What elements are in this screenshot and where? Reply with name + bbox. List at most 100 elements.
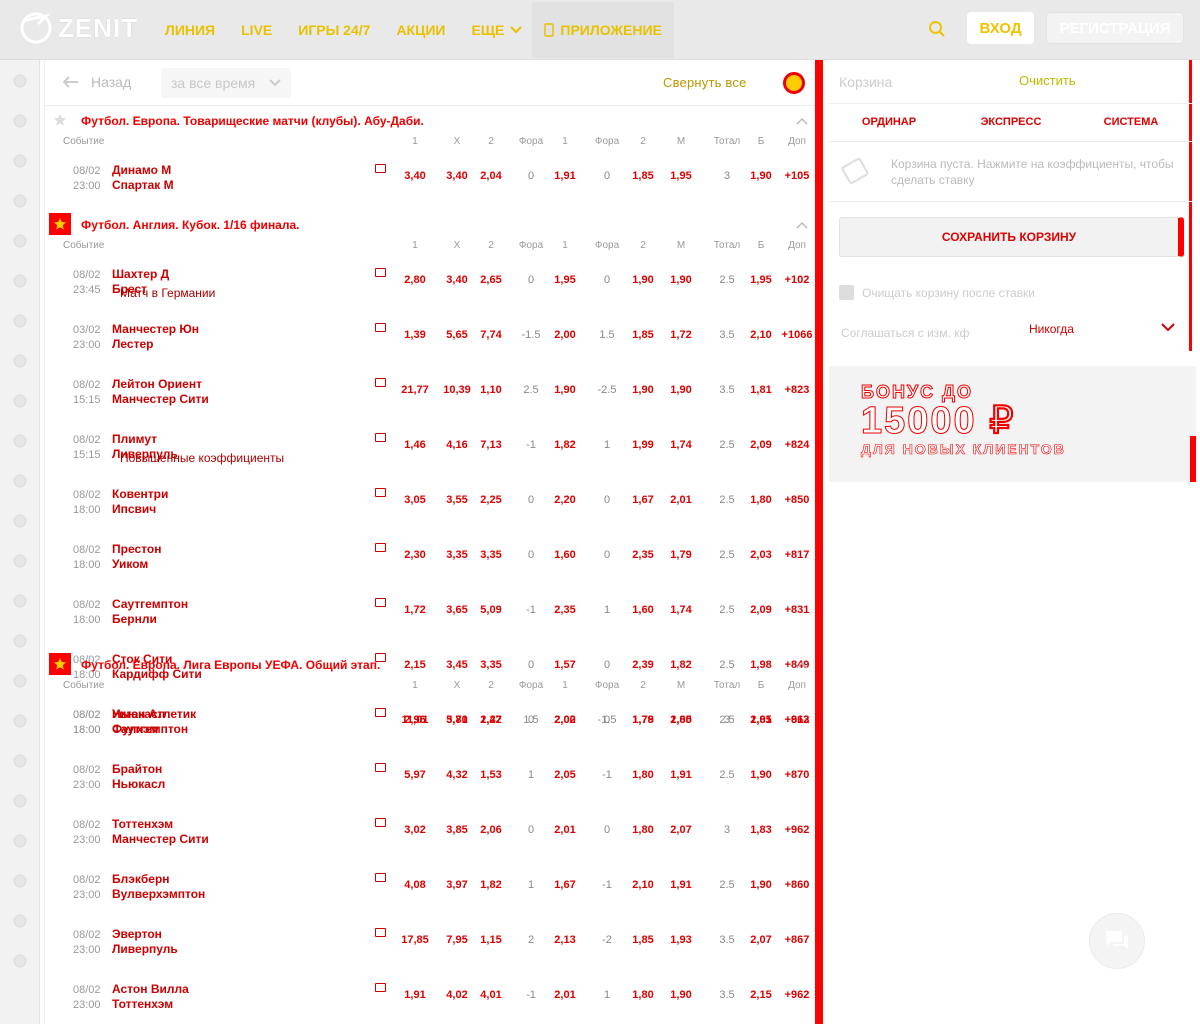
stats-icon[interactable] — [375, 598, 386, 607]
odds-cell[interactable]: 2,35 — [554, 604, 575, 616]
event-teams[interactable]: Ньюкасл Саутгемптон — [112, 707, 188, 737]
odds-cell[interactable]: 1,53 — [480, 769, 501, 781]
nav-games[interactable]: ИГРЫ 24/7 — [298, 22, 370, 38]
calendar-icon[interactable] — [11, 112, 29, 130]
feather-icon[interactable] — [11, 672, 29, 690]
odds-cell[interactable]: 2,01 — [670, 494, 691, 506]
odds-cell[interactable]: 1,15 — [480, 934, 501, 946]
gamepad-icon[interactable] — [11, 512, 29, 530]
odds-cell[interactable]: 7,13 — [480, 439, 501, 451]
odds-cell[interactable]: 2,05 — [554, 769, 575, 781]
feather-icon[interactable] — [11, 752, 29, 770]
odds-cell[interactable]: 1,80 — [632, 989, 653, 1001]
odds-cell[interactable]: 2.5 — [719, 879, 734, 891]
odds-cell[interactable]: 1,82 — [480, 879, 501, 891]
event-row[interactable]: 08/02 18:00 Ньюкасл Саутгемптон 2,96 3,80 2,42… — [45, 696, 818, 751]
odds-cell[interactable]: 0 — [604, 549, 610, 561]
odds-cell[interactable]: 1,79 — [670, 549, 691, 561]
favorite-star-icon[interactable] — [49, 109, 71, 131]
event-row[interactable]: 08/02 18:00 Престон Уиком 2,30 3,35 3,35 0 1,60 0… — [45, 531, 818, 586]
odds-cell[interactable]: -1 — [526, 604, 536, 616]
odds-cell[interactable]: -1 — [602, 769, 612, 781]
odds-cell[interactable]: 1,81 — [750, 384, 771, 396]
odds-cell[interactable]: 1,90 — [750, 170, 771, 182]
ball-icon[interactable] — [11, 352, 29, 370]
stats-icon[interactable] — [375, 323, 386, 332]
odds-cell[interactable]: -1 — [526, 439, 536, 451]
event-teams[interactable]: Тоттенхэм Манчестер Сити — [112, 817, 209, 847]
more-markets-link[interactable]: +817 — [785, 549, 810, 561]
event-teams[interactable]: Динамо М Спартак М — [112, 163, 174, 193]
odds-cell[interactable]: 1,93 — [670, 934, 691, 946]
odds-cell[interactable]: 3,40 — [404, 170, 425, 182]
odds-cell[interactable]: 3.5 — [719, 989, 734, 1001]
event-teams[interactable]: Престон Уиком — [112, 542, 161, 572]
odds-cell[interactable]: 0 — [528, 824, 534, 836]
back-button[interactable]: Назад — [63, 74, 131, 90]
soccer-icon[interactable] — [11, 272, 29, 290]
more-markets-link[interactable]: +823 — [785, 384, 810, 396]
odds-cell[interactable]: 0 — [604, 714, 610, 726]
odds-cell[interactable]: 0 — [528, 714, 534, 726]
star-icon[interactable] — [11, 192, 29, 210]
event-row[interactable]: 08/02 18:00 Саутгемптон Бернли 1,72 3,65 5,09 -… — [45, 586, 818, 641]
odds-cell[interactable]: 3.5 — [719, 934, 734, 946]
odds-cell[interactable]: 2,35 — [632, 549, 653, 561]
event-row[interactable]: 08/02 18:00 Ковентри Ипсвич 3,05 3,55 2,25 0 2,2… — [45, 476, 818, 531]
ball-icon[interactable] — [11, 392, 29, 410]
tournament-header[interactable]: Футбол. Англия. Кубок. 1/16 финала. — [45, 210, 818, 240]
odds-cell[interactable]: 1,90 — [670, 274, 691, 286]
nav-line[interactable]: ЛИНИЯ — [165, 22, 215, 38]
odds-cell[interactable]: 3,05 — [404, 494, 425, 506]
odds-cell[interactable]: 2.5 — [719, 274, 734, 286]
stats-icon[interactable] — [375, 708, 386, 717]
odds-cell[interactable]: 1,80 — [632, 824, 653, 836]
sport-icon[interactable] — [11, 872, 29, 890]
event-row[interactable]: 08/02 15:15 Плимут Ливерпуль Повышенные коэф… — [45, 421, 818, 476]
odds-cell[interactable]: 2,09 — [750, 439, 771, 451]
tab-single[interactable]: ОРДИНАР — [862, 116, 916, 128]
save-cart-button[interactable]: СОХРАНИТЬ КОРЗИНУ — [839, 217, 1184, 257]
sport-icon[interactable] — [11, 792, 29, 810]
odds-cell[interactable]: 1,99 — [632, 439, 653, 451]
favorite-star-icon[interactable] — [49, 213, 71, 235]
odds-cell[interactable]: 2,00 — [554, 714, 575, 726]
odds-cell[interactable]: -2 — [602, 934, 612, 946]
odds-cell[interactable]: 1,72 — [670, 329, 691, 341]
stats-icon[interactable] — [375, 268, 386, 277]
odds-cell[interactable]: 1,90 — [632, 274, 653, 286]
odds-cell[interactable]: 2,10 — [632, 879, 653, 891]
odds-cell[interactable]: 2.5 — [523, 384, 538, 396]
odds-cell[interactable]: 0 — [528, 494, 534, 506]
odds-cell[interactable]: 1,90 — [750, 879, 771, 891]
odds-cell[interactable]: 7,74 — [480, 329, 501, 341]
ball-icon[interactable] — [11, 712, 29, 730]
odds-cell[interactable]: 2.5 — [719, 769, 734, 781]
stats-icon[interactable] — [375, 164, 386, 173]
stats-icon[interactable] — [375, 928, 386, 937]
search-icon[interactable] — [928, 20, 946, 38]
odds-cell[interactable]: 2,13 — [554, 934, 575, 946]
cart-clear-button[interactable]: Очистить — [1019, 73, 1076, 88]
tournament-header[interactable]: Футбол. Европа. Лига Европы УЕФА. Общий … — [45, 650, 818, 680]
ball-icon[interactable] — [11, 472, 29, 490]
odds-cell[interactable]: 7,95 — [446, 934, 467, 946]
odds-cell[interactable]: 1,60 — [554, 549, 575, 561]
odds-cell[interactable]: 1,83 — [750, 824, 771, 836]
clear-after-bet-checkbox[interactable]: Очищать корзину после ставки — [839, 285, 1035, 300]
odds-cell[interactable]: 1,10 — [480, 384, 501, 396]
odds-cell[interactable]: 1,90 — [670, 989, 691, 1001]
more-markets-link[interactable]: +867 — [785, 934, 810, 946]
odds-cell[interactable]: 1,82 — [554, 439, 575, 451]
odds-cell[interactable]: 1,90 — [750, 769, 771, 781]
odds-cell[interactable]: 1,91 — [670, 879, 691, 891]
ticket-icon[interactable] — [11, 312, 29, 330]
odds-cell[interactable]: 2,01 — [554, 989, 575, 1001]
nav-promo[interactable]: АКЦИИ — [396, 22, 445, 38]
event-teams[interactable]: Саутгемптон Бернли — [112, 597, 188, 627]
odds-cell[interactable]: 1,95 — [670, 170, 691, 182]
odds-cell[interactable]: 2,42 — [480, 714, 501, 726]
tab-express[interactable]: ЭКСПРЕСС — [981, 116, 1042, 128]
odds-cell[interactable]: 2,20 — [554, 494, 575, 506]
more-markets-link[interactable]: +962 — [785, 989, 810, 1001]
